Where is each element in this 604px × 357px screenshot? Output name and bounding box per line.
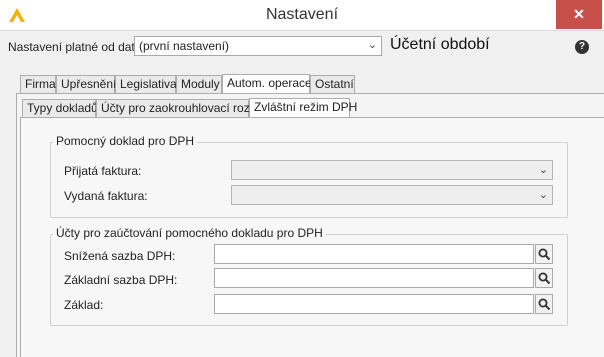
magnifier-icon [538, 272, 551, 285]
date-select-value: (první nastavení) [139, 39, 230, 53]
prijata-faktura-label: Přijatá faktura: [64, 164, 142, 178]
magnifier-icon [538, 298, 551, 311]
snizena-sazba-search-button[interactable] [535, 244, 553, 264]
subtab-zvlastni-rezim-dph[interactable]: Zvláštní režim DPH [249, 98, 357, 118]
help-icon[interactable]: ? [575, 40, 589, 54]
subtab-typy-dokladu[interactable]: Typy dokladů [22, 99, 98, 118]
zakladni-sazba-label: Základní sazba DPH: [64, 273, 178, 287]
vydana-faktura-select[interactable]: ⌄ [231, 185, 553, 205]
group-pomocny-doklad-title: Pomocný doklad pro DPH [53, 134, 198, 148]
group-pomocny-doklad [50, 142, 568, 218]
zakladni-sazba-input[interactable] [214, 268, 534, 288]
prijata-faktura-select[interactable]: ⌄ [231, 160, 553, 180]
window-title: Nastavení [265, 6, 339, 23]
zaklad-label: Základ: [64, 298, 104, 312]
zaklad-input[interactable] [214, 294, 534, 314]
tab-upresneni[interactable]: Upřesnění [56, 75, 116, 94]
group-ucty-zauctovani-title: Účty pro zaúčtování pomocného dokladu pr… [53, 226, 326, 240]
tab-moduly[interactable]: Moduly [176, 75, 222, 94]
chevron-down-icon: ⌄ [538, 189, 548, 201]
close-button[interactable]: ✕ [556, 0, 602, 29]
tab-legislativa[interactable]: Legislativa [115, 75, 177, 94]
section-title: Účetní období [390, 36, 490, 53]
tab-firma[interactable]: Firma [20, 75, 56, 94]
zaklad-search-button[interactable] [535, 294, 553, 314]
snizena-sazba-input[interactable] [214, 244, 534, 264]
chevron-down-icon: ⌄ [538, 164, 548, 176]
tab-autom-operace[interactable]: Autom. operace [222, 74, 312, 94]
zakladni-sazba-search-button[interactable] [535, 268, 553, 288]
window-titlebar: Nastavení ✕ [0, 0, 604, 31]
subtab-ucty-zaokrouhlovaci[interactable]: Účty pro zaokrouhlovací rozdíl [96, 99, 262, 118]
date-select[interactable]: (první nastavení) ⌄ [134, 36, 382, 56]
chevron-down-icon: ⌄ [367, 39, 377, 51]
tab-ostatni[interactable]: Ostatní [310, 75, 355, 94]
date-label: Nastavení platné od data: [8, 40, 145, 54]
magnifier-icon [538, 248, 551, 261]
snizena-sazba-label: Snížená sazba DPH: [64, 249, 176, 263]
vydana-faktura-label: Vydaná faktura: [64, 189, 148, 203]
